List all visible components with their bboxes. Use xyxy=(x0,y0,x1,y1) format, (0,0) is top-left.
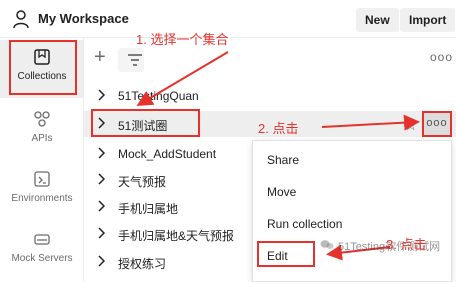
annotation-step3: 3. 点击 xyxy=(386,237,427,252)
arrow-step2 xyxy=(321,114,420,131)
arrow-step1 xyxy=(136,51,229,107)
annotation-step2: 2. 点击 xyxy=(258,121,299,136)
annotation-step1: 1. 选择一个集合 xyxy=(136,32,229,47)
